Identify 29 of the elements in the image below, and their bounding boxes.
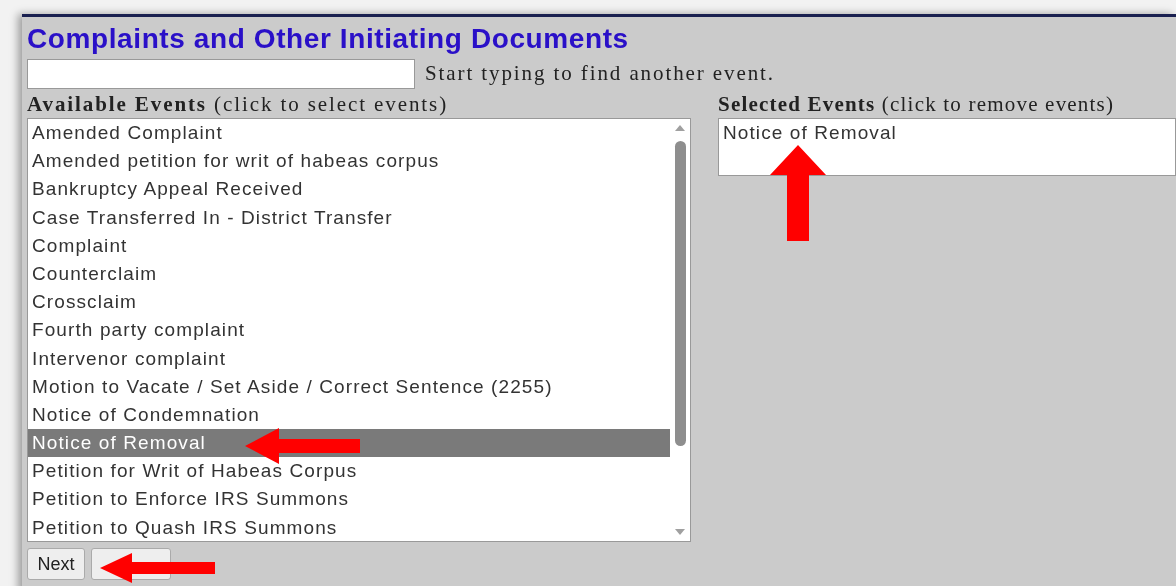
event-item[interactable]: Amended Complaint	[28, 119, 670, 148]
event-item[interactable]: Crossclaim	[28, 288, 670, 317]
event-item[interactable]: Complaint	[28, 231, 670, 260]
search-hint: Start typing to find another event.	[425, 61, 775, 86]
event-item[interactable]: Bankruptcy Appeal Received	[28, 175, 670, 204]
left-arrow-icon	[100, 553, 215, 583]
selected-events-label: Selected Events (click to remove events)	[718, 91, 1116, 118]
left-arrow-icon	[245, 428, 360, 464]
event-item[interactable]: Petition to Enforce IRS Summons	[28, 485, 670, 514]
event-item[interactable]: Counterclaim	[28, 259, 670, 289]
available-events-label: Available Events (click to select events)	[27, 91, 450, 118]
event-item[interactable]: Petition to Quash IRS Summons	[28, 513, 670, 542]
event-item[interactable]: Notice of Condemnation	[28, 400, 670, 430]
event-item[interactable]: Intervenor complaint	[28, 344, 670, 373]
event-item[interactable]: Petition for Writ of Habeas Corpus	[28, 457, 670, 486]
next-button[interactable]: Next	[27, 548, 85, 580]
scroll-down-icon[interactable]	[675, 529, 685, 535]
search-field[interactable]	[27, 58, 415, 89]
up-arrow-icon	[770, 145, 826, 241]
event-item[interactable]: Notice of Removal	[28, 429, 670, 458]
event-item[interactable]: Amended petition for writ of habeas corpus	[28, 147, 670, 176]
event-item[interactable]: Case Transferred In - District Transfer	[28, 203, 670, 232]
available-events-list[interactable]	[27, 118, 691, 542]
scroll-up-icon[interactable]	[675, 125, 685, 131]
event-item[interactable]: Fourth party complaint	[28, 316, 670, 345]
event-item[interactable]: Motion to Vacate / Set Aside / Correct Sentence (2255)	[28, 372, 670, 401]
selected-event-item[interactable]: Notice of Removal	[719, 119, 1175, 148]
selected-events-list[interactable]: Notice of Removal	[718, 118, 1176, 176]
page-title: Complaints and Other Initiating Documents	[27, 22, 630, 56]
